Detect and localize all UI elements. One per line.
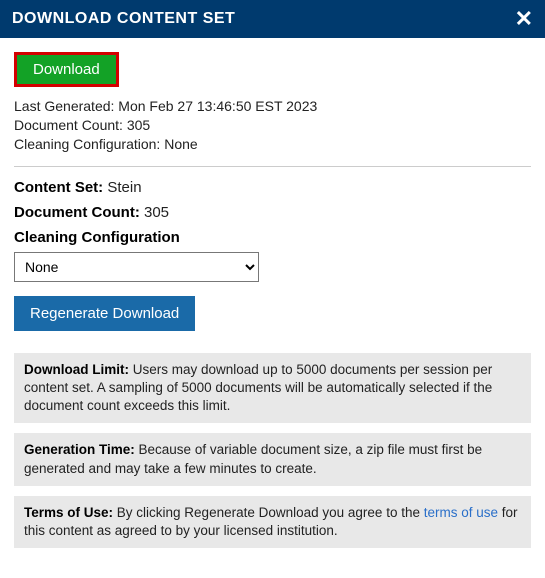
generation-time-title: Generation Time: <box>24 442 135 457</box>
document-count-value: 305 <box>144 204 169 221</box>
content-set-value: Stein <box>107 179 141 196</box>
modal-header: DOWNLOAD CONTENT SET ✕ <box>0 0 545 38</box>
last-generated-value: Mon Feb 27 13:46:50 EST 2023 <box>118 98 317 114</box>
content-set-label: Content Set: <box>14 179 103 196</box>
cleaning-config-label: Cleaning Configuration <box>14 229 531 246</box>
cleaning-meta-value: None <box>164 136 197 152</box>
download-content-set-modal: DOWNLOAD CONTENT SET ✕ Download Last Gen… <box>0 0 545 578</box>
regenerate-download-button[interactable]: Regenerate Download <box>14 296 195 331</box>
doc-count-meta-value: 305 <box>127 117 150 133</box>
download-limit-note: Download Limit: Users may download up to… <box>14 353 531 424</box>
terms-title: Terms of Use: <box>24 505 113 520</box>
cleaning-config-select[interactable]: None <box>14 252 259 282</box>
terms-of-use-link[interactable]: terms of use <box>424 505 498 520</box>
terms-of-use-note: Terms of Use: By clicking Regenerate Dow… <box>14 496 531 548</box>
content-set-row: Content Set: Stein <box>14 179 531 196</box>
doc-count-meta-label: Document Count: <box>14 117 127 133</box>
separator <box>14 166 531 167</box>
modal-title: DOWNLOAD CONTENT SET <box>12 10 235 28</box>
close-icon[interactable]: ✕ <box>515 8 533 30</box>
terms-text-1: By clicking Regenerate Download you agre… <box>113 505 424 520</box>
cleaning-meta-label: Cleaning Configuration: <box>14 136 164 152</box>
modal-body: Download Last Generated: Mon Feb 27 13:4… <box>0 38 545 578</box>
notes-section: Download Limit: Users may download up to… <box>14 353 531 549</box>
last-generated-label: Last Generated: <box>14 98 118 114</box>
download-limit-title: Download Limit: <box>24 362 129 377</box>
download-button[interactable]: Download <box>14 52 119 87</box>
generation-time-note: Generation Time: Because of variable doc… <box>14 433 531 485</box>
document-count-label: Document Count: <box>14 204 140 221</box>
meta-info: Last Generated: Mon Feb 27 13:46:50 EST … <box>14 97 531 154</box>
document-count-row: Document Count: 305 <box>14 204 531 221</box>
